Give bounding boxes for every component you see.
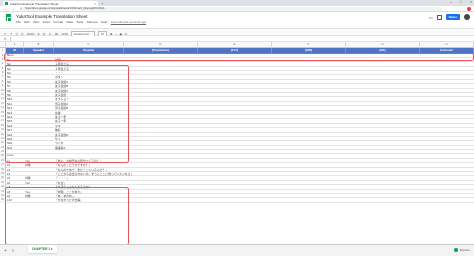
sheet-tab-chapter1[interactable]: CHAPTER 1 ▾ [28,245,57,253]
sheet-tab-bar: + ≡ CHAPTER 1 ▾ Explore [0,244,474,256]
redo-icon[interactable]: ↷ [10,32,13,36]
sheets-favicon-icon [5,2,8,5]
menu-data[interactable]: Data [66,20,72,24]
menu-edit[interactable]: Edit [24,20,29,24]
formula-separator [10,37,11,41]
menu-view[interactable]: View [33,20,39,24]
menu-file[interactable]: File [16,20,21,24]
undo-icon[interactable]: ↶ [4,32,7,36]
zoom-select[interactable]: 100% [27,32,35,36]
original-cell[interactable]: 「かなかったの仕事」 [55,198,184,202]
id-cell[interactable]: L10 [7,198,24,202]
bold-button[interactable]: B [110,32,112,36]
comments-icon[interactable]: ▭ [429,15,433,20]
lock-icon [436,14,442,20]
decrease-decimal-button[interactable]: .0 [48,32,51,36]
menu-addons[interactable]: Add-ons [87,20,98,24]
menu-insert[interactable]: Insert [43,20,51,24]
app-header: YukaTool Example Translation Sheet File … [0,12,474,28]
explore-button[interactable]: Explore [454,247,470,252]
avatar[interactable] [464,14,470,20]
increase-decimal-button[interactable]: .00 [54,32,58,36]
browser-tab-title: YukaTool Example Translation Sheet [9,1,59,6]
text-color-button[interactable]: A [125,32,127,36]
percent-button[interactable]: % [42,32,45,36]
document-title[interactable]: YukaTool Example Translation Sheet [16,14,88,19]
maximize-button[interactable]: □ [460,0,462,4]
all-sheets-button[interactable]: ≡ [12,248,14,253]
paint-format-icon[interactable]: ✎ [21,32,24,36]
close-tab-icon[interactable]: × [94,2,96,6]
row-number[interactable]: 35 [0,198,6,203]
number-format-select[interactable]: 123▾ [61,32,68,36]
fx-icon: fx [4,36,7,41]
italic-button[interactable]: I [116,32,117,36]
last-edit-link[interactable]: Last edit was seconds ago [111,20,146,24]
extension-icon[interactable] [467,7,471,11]
speaker-cell[interactable] [25,198,54,202]
menu-help[interactable]: Help [101,20,107,24]
strikethrough-button[interactable]: S [120,32,122,36]
close-window-button[interactable]: × [470,0,472,4]
minimize-button[interactable]: – [450,0,452,4]
address-bar[interactable]: https://docs.google.com/spreadsheets/d/1… [22,6,442,11]
menu-tools[interactable]: Tools [76,20,83,24]
table-row: 35 L10 「かなかったの仕事」 [0,198,474,203]
currency-button[interactable]: $ [38,32,40,36]
window-controls: – □ × [450,0,472,4]
spreadsheet-grid[interactable]: A B C D E F G H 1 ID Speaker Original [T… [0,42,474,244]
sheets-logo-icon[interactable] [6,14,12,22]
menu-bar: File Edit View Insert Format Data Tools … [16,20,146,24]
explore-icon [454,247,459,252]
header-actions: ▭ Share [429,14,470,20]
print-icon[interactable]: ⎙ [15,32,17,36]
data-rows: 2 Menu 3 N1 対戦 4 N2 １年生で子 5 N3 １年生で子 6 N4 ・・・ 7 N5 ボタン 8 N… [0,53,474,203]
menu-format[interactable]: Format [54,20,64,24]
add-sheet-button[interactable]: + [4,248,7,254]
explore-label: Explore [459,247,470,252]
toolbar: ↶ ↷ ⎙ ✎ 100% $ % .0 .00 123▾ Default (Ar… [0,28,474,37]
share-button[interactable]: Share [445,14,460,20]
